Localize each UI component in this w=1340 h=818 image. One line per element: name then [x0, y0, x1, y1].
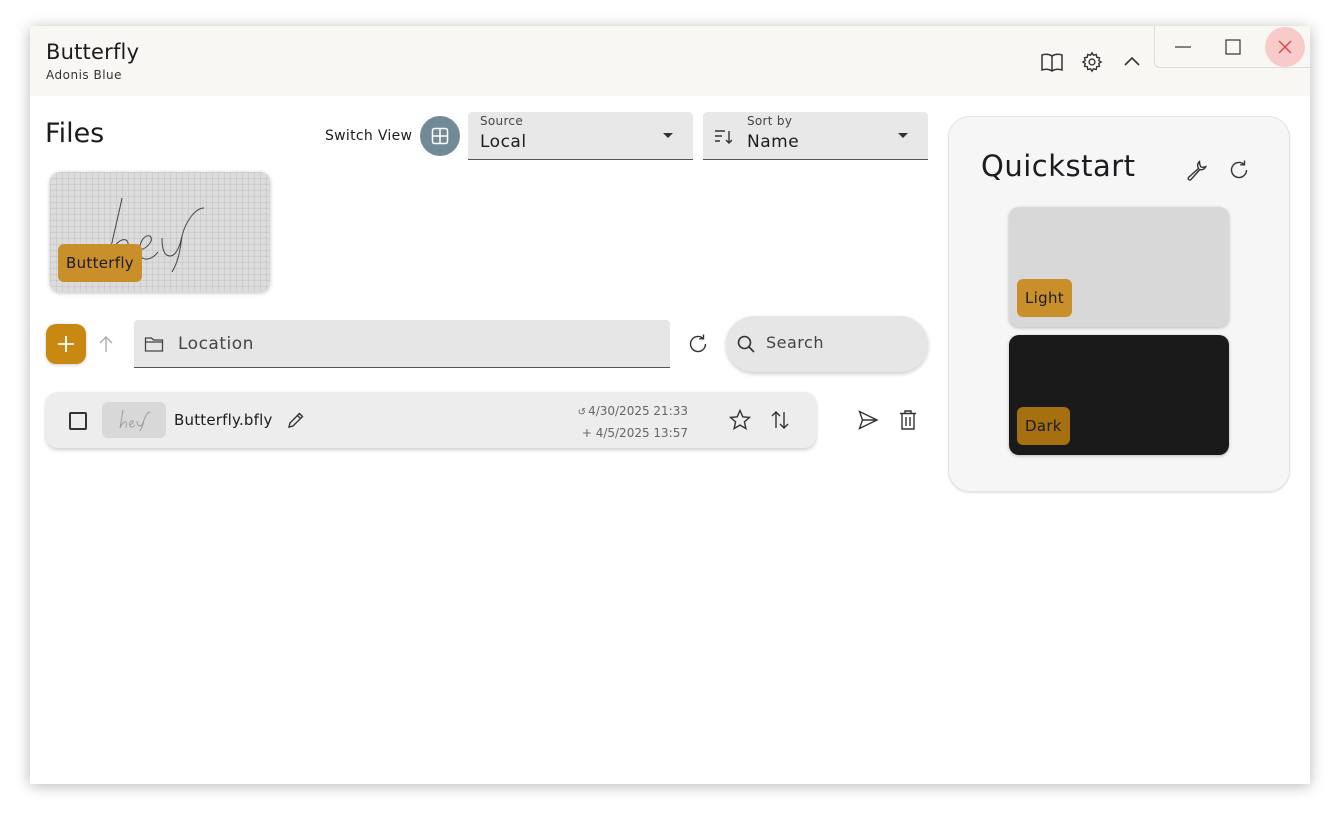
trash-icon — [900, 410, 916, 430]
template-label-light: Light — [1017, 279, 1072, 317]
location-field[interactable]: Location — [134, 320, 670, 368]
location-placeholder: Location — [178, 334, 254, 354]
dropdown-caret-icon — [663, 133, 673, 138]
chevron-up-icon[interactable] — [1120, 50, 1144, 74]
grid-icon — [431, 127, 449, 145]
select-checkbox[interactable] — [69, 412, 87, 430]
star-icon — [728, 408, 752, 431]
switch-view-label: Switch View — [325, 128, 413, 144]
source-label: Source — [480, 114, 524, 128]
template-card-dark[interactable]: Dark — [1009, 335, 1229, 455]
wrench-icon — [1187, 160, 1207, 181]
close-icon[interactable] — [1265, 27, 1305, 67]
switch-view-button[interactable] — [420, 116, 460, 156]
search-input[interactable]: Search — [726, 316, 928, 372]
handwriting-thumb — [119, 409, 151, 432]
source-value: Local — [480, 132, 527, 152]
favorite-button[interactable] — [728, 408, 752, 432]
modified-date: 4/30/2025 21:33 — [588, 404, 688, 418]
refresh-templates-button[interactable] — [1227, 158, 1251, 182]
folder-icon — [144, 337, 164, 352]
file-name: Butterfly.bfly — [174, 411, 273, 429]
modified-row: ↺ 4/30/2025 21:33 — [566, 401, 688, 423]
history-icon: ↺ — [577, 407, 587, 418]
manage-templates-button[interactable] — [1185, 158, 1209, 182]
files-heading: Files — [45, 118, 105, 149]
swap-vertical-icon — [771, 411, 789, 429]
dropdown-caret-icon — [898, 133, 908, 138]
search-placeholder: Search — [766, 333, 824, 352]
book-icon[interactable] — [1040, 50, 1064, 74]
recent-file-card[interactable]: Butterfly — [50, 172, 270, 292]
reorder-button[interactable] — [768, 408, 792, 432]
sort-icon — [715, 130, 733, 144]
pencil-icon — [288, 412, 304, 428]
sort-select[interactable]: Sort by Name — [703, 112, 928, 160]
plus-icon — [58, 336, 74, 352]
rename-button[interactable] — [284, 408, 308, 432]
file-dates: ↺ 4/30/2025 21:33 + 4/5/2025 13:57 — [566, 401, 688, 443]
refresh-icon — [1230, 160, 1248, 179]
app-window: Butterfly Adonis Blue Files Switch View … — [30, 26, 1310, 784]
source-select[interactable]: Source Local — [468, 112, 693, 160]
title-bar: Butterfly Adonis Blue — [30, 26, 1310, 96]
add-button[interactable] — [46, 324, 86, 364]
send-icon — [858, 410, 879, 430]
refresh-icon — [689, 334, 707, 353]
search-icon — [737, 335, 755, 353]
minimize-icon[interactable] — [1163, 27, 1203, 67]
file-thumbnail — [102, 402, 166, 438]
quickstart-title: Quickstart — [981, 149, 1136, 183]
sort-label: Sort by — [747, 114, 793, 128]
share-button[interactable] — [856, 408, 880, 432]
sort-value: Name — [747, 132, 800, 152]
recent-file-name-chip: Butterfly — [58, 244, 142, 282]
arrow-up-icon — [99, 336, 113, 352]
quickstart-panel: Quickstart Light Dark — [948, 116, 1290, 492]
refresh-files-button[interactable] — [686, 332, 710, 356]
gear-icon[interactable] — [1080, 50, 1104, 74]
delete-button[interactable] — [896, 408, 920, 432]
created-date: + 4/5/2025 13:57 — [581, 426, 688, 440]
app-title: Butterfly — [46, 40, 140, 64]
navigate-up-button[interactable] — [94, 332, 118, 356]
app-subtitle: Adonis Blue — [46, 68, 123, 82]
maximize-icon[interactable] — [1213, 27, 1253, 67]
window-controls — [1154, 26, 1310, 68]
template-card-light[interactable]: Light — [1009, 207, 1229, 327]
template-label-dark: Dark — [1017, 407, 1070, 445]
file-list-row[interactable]: Butterfly.bfly ↺ 4/30/2025 21:33 + 4/5/20… — [46, 392, 816, 448]
